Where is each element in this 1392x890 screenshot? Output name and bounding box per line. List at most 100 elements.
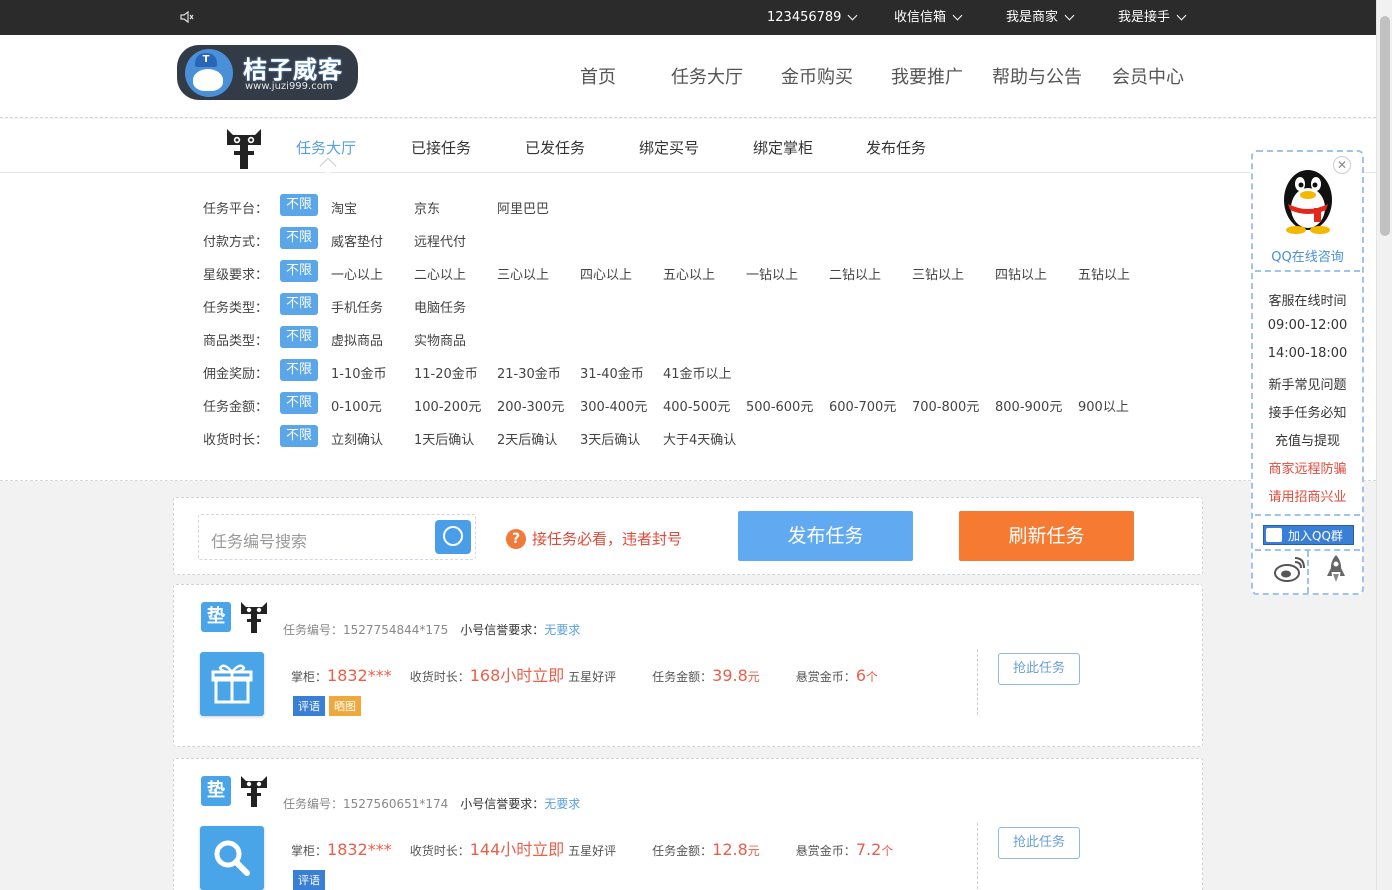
filter-option[interactable]: 四钻以上 <box>995 264 1047 283</box>
reward-value: 7.2 <box>855 840 882 859</box>
refresh-task-button[interactable]: 刷新任务 <box>959 511 1134 561</box>
support-float-panel: ✕ QQ在线咨询 客服在线时间 09:00-12:00 14:00-18:00 … <box>1251 150 1364 595</box>
shop-label: 掌柜： <box>291 670 328 684</box>
filter-option[interactable]: 21-30金币 <box>497 363 561 382</box>
receiver-label: 我是接手 <box>1118 10 1171 25</box>
filter-option[interactable]: 400-500元 <box>663 396 730 415</box>
filter-option[interactable]: 大于4天确认 <box>663 429 736 448</box>
nav-buy-coins[interactable]: 金币购买 <box>781 63 853 89</box>
filter-option[interactable]: 威客垫付 <box>331 231 383 250</box>
filter-option[interactable]: 实物商品 <box>414 330 466 349</box>
filter-option[interactable]: 四心以上 <box>580 264 632 283</box>
recharge-link[interactable]: 充值与提现 <box>1253 430 1362 449</box>
qq-group-icon <box>1266 528 1282 542</box>
credit-req-label: 小号信誉要求： <box>460 797 545 811</box>
grab-task-button[interactable]: 抢此任务 <box>998 653 1080 685</box>
faq-link[interactable]: 新手常见问题 <box>1253 374 1362 393</box>
filter-option[interactable]: 3天后确认 <box>580 429 640 448</box>
nav-home[interactable]: 首页 <box>580 63 616 89</box>
speaker-icon[interactable] <box>180 10 194 24</box>
receipt-time-value: 144小时立即 <box>469 840 565 859</box>
filter-all-badge[interactable]: 不限 <box>280 392 318 414</box>
filter-option[interactable]: 41金币以上 <box>663 363 732 382</box>
filter-option[interactable]: 手机任务 <box>331 297 383 316</box>
tmall-cat-icon <box>227 129 261 169</box>
task-search[interactable]: 任务编号搜索 <box>198 514 476 560</box>
filter-option[interactable]: 700-800元 <box>912 396 979 415</box>
filter-option[interactable]: 电脑任务 <box>414 297 466 316</box>
join-qq-group-button[interactable]: 加入QQ群 <box>1263 525 1354 545</box>
nav-member[interactable]: 会员中心 <box>1112 63 1184 89</box>
must-know-link[interactable]: 接手任务必知 <box>1253 402 1362 421</box>
grab-task-button[interactable]: 抢此任务 <box>998 827 1080 859</box>
filter-option[interactable]: 200-300元 <box>497 396 564 415</box>
filter-option[interactable]: 三心以上 <box>497 264 549 283</box>
filter-option[interactable]: 1-10金币 <box>331 363 387 382</box>
vertical-scrollbar[interactable] <box>1376 0 1392 890</box>
account-menu[interactable]: 123456789 <box>767 0 858 35</box>
filter-option[interactable]: 远程代付 <box>414 231 466 250</box>
filter-option[interactable]: 立刻确认 <box>331 429 383 448</box>
filter-option[interactable]: 二心以上 <box>414 264 466 283</box>
nav-help[interactable]: 帮助与公告 <box>992 63 1082 89</box>
filter-option[interactable]: 一心以上 <box>331 264 383 283</box>
filter-option[interactable]: 五钻以上 <box>1078 264 1130 283</box>
filter-all-badge[interactable]: 不限 <box>280 293 318 315</box>
publish-task-button[interactable]: 发布任务 <box>738 511 913 561</box>
task-id-label: 任务编号： <box>283 623 344 637</box>
filter-option[interactable]: 800-900元 <box>995 396 1062 415</box>
filter-option[interactable]: 11-20金币 <box>414 363 478 382</box>
divider <box>977 823 978 889</box>
filter-all-badge[interactable]: 不限 <box>280 326 318 348</box>
weibo-icon[interactable] <box>1273 556 1305 582</box>
filter-option[interactable]: 京东 <box>414 198 440 217</box>
filter-option[interactable]: 阿里巴巴 <box>497 198 549 217</box>
scrollbar-thumb[interactable] <box>1380 16 1390 236</box>
filter-option[interactable]: 100-200元 <box>414 396 481 415</box>
tab-bind-buyer[interactable]: 绑定买号 <box>639 137 699 158</box>
inbox-menu[interactable]: 收信信箱 <box>894 0 963 35</box>
tab-accepted[interactable]: 已接任务 <box>411 137 471 158</box>
filter-option[interactable]: 900以上 <box>1078 396 1129 415</box>
filter-option[interactable]: 2天后确认 <box>497 429 557 448</box>
nav-task-hall[interactable]: 任务大厅 <box>671 63 743 89</box>
filter-option[interactable]: 二钻以上 <box>829 264 881 283</box>
filter-option[interactable]: 三钻以上 <box>912 264 964 283</box>
qq-consult-link[interactable]: QQ在线咨询 <box>1253 246 1362 265</box>
filter-option[interactable]: 淘宝 <box>331 198 357 217</box>
notice-link[interactable]: ? 接任务必看，违者封号 <box>506 528 682 549</box>
tab-published[interactable]: 已发任务 <box>525 137 585 158</box>
merchant-menu[interactable]: 我是商家 <box>1006 0 1075 35</box>
filter-option[interactable]: 500-600元 <box>746 396 813 415</box>
filter-option[interactable]: 600-700元 <box>829 396 896 415</box>
tab-publish-task[interactable]: 发布任务 <box>866 137 926 158</box>
filter-option[interactable]: 五心以上 <box>663 264 715 283</box>
rating-value: 五星好评 <box>568 670 617 684</box>
advance-pay-icon: 垫 <box>201 602 231 632</box>
filter-option[interactable]: 虚拟商品 <box>331 330 383 349</box>
filter-all-badge[interactable]: 不限 <box>280 425 318 447</box>
filter-option[interactable]: 31-40金币 <box>580 363 644 382</box>
tab-bind-shop[interactable]: 绑定掌柜 <box>753 137 813 158</box>
filter-all-badge[interactable]: 不限 <box>280 194 318 216</box>
search-input[interactable]: 任务编号搜索 <box>211 528 307 552</box>
qq-penguin-icon[interactable] <box>1278 164 1338 234</box>
reward-unit: 个 <box>866 670 879 684</box>
nav-promote[interactable]: 我要推广 <box>891 63 963 89</box>
filter-all-badge[interactable]: 不限 <box>280 227 318 249</box>
search-button[interactable] <box>435 520 471 554</box>
bank-notice-link[interactable]: 请用招商兴业 <box>1253 486 1362 505</box>
receiver-menu[interactable]: 我是接手 <box>1118 0 1187 35</box>
filter-option[interactable]: 1天后确认 <box>414 429 474 448</box>
anti-fraud-link[interactable]: 商家远程防骗 <box>1253 458 1362 477</box>
reward-unit: 个 <box>881 844 894 858</box>
site-logo[interactable]: T 桔子威客 www.juzi999.com <box>177 45 358 100</box>
task-card: 垫任务编号：1527754844*175 小号信誉要求：无要求 掌柜：1832***… <box>173 584 1203 747</box>
filter-option[interactable]: 0-100元 <box>331 396 382 415</box>
filter-option[interactable]: 300-400元 <box>580 396 647 415</box>
filter-all-badge[interactable]: 不限 <box>280 359 318 381</box>
filter-option[interactable]: 一钻以上 <box>746 264 798 283</box>
tab-task-hall[interactable]: 任务大厅 <box>296 137 356 158</box>
filter-all-badge[interactable]: 不限 <box>280 260 318 282</box>
rocket-icon[interactable] <box>1325 554 1347 584</box>
